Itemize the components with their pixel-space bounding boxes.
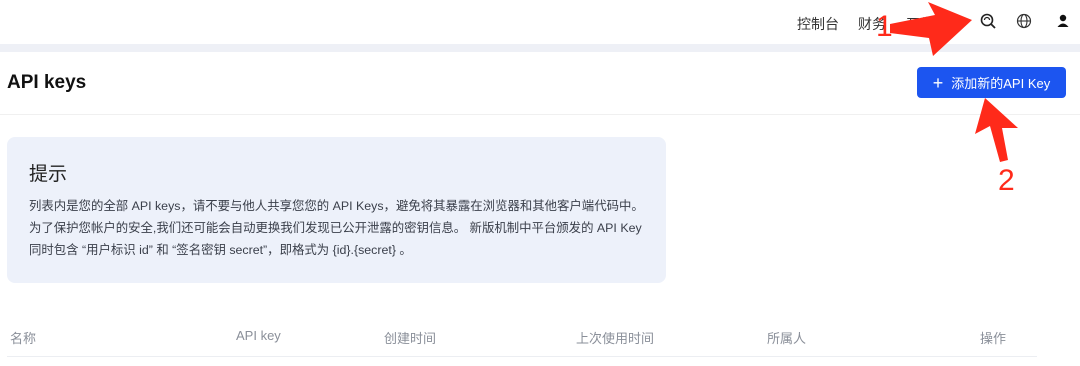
- annotation-arrow-1: [890, 2, 972, 56]
- annotation-label-2: 2: [998, 164, 1015, 197]
- annotation-arrow-2: [975, 98, 1018, 162]
- annotation-arrows: [890, 2, 1018, 162]
- annotation-label-1: 1: [876, 10, 893, 43]
